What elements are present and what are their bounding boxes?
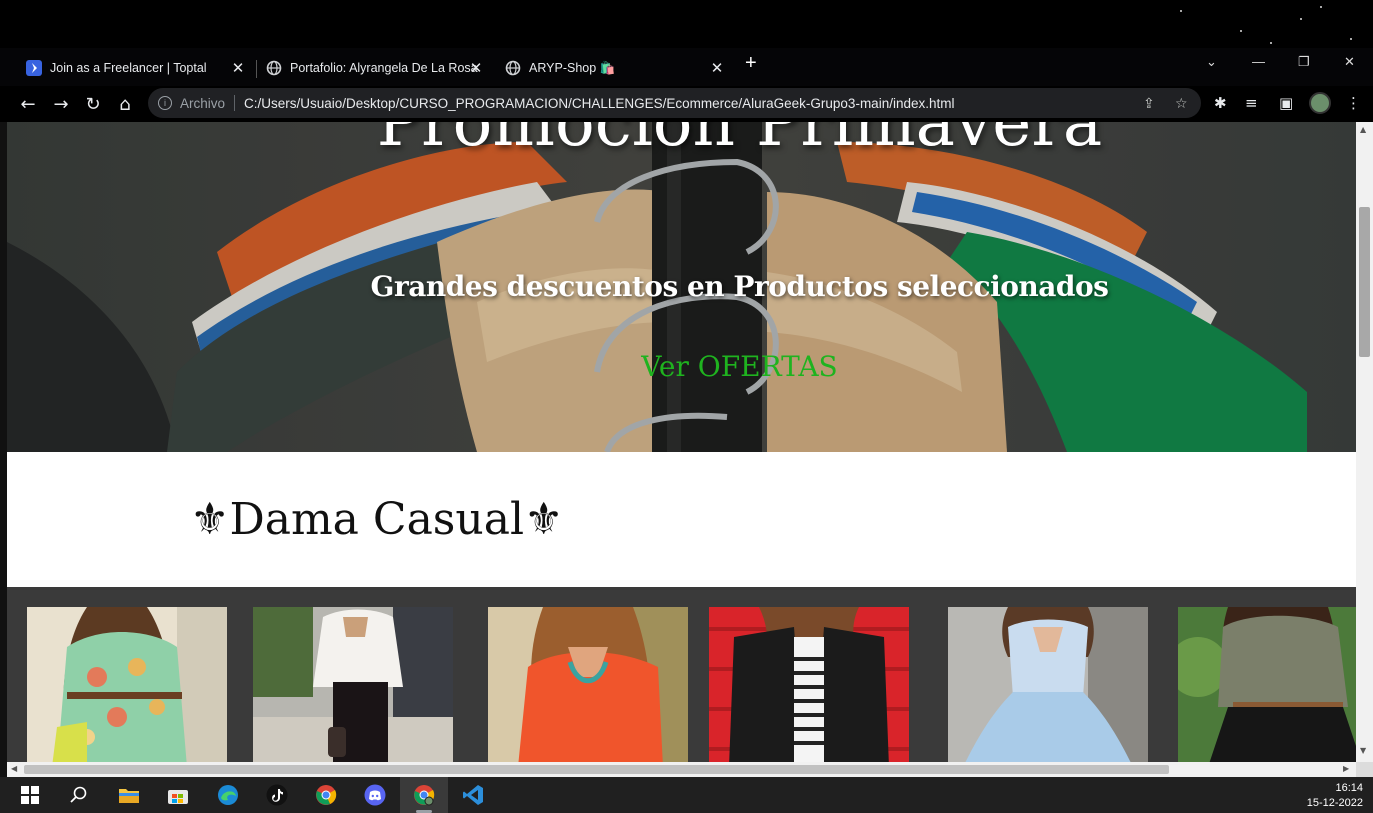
edge-icon[interactable] (216, 783, 240, 807)
forward-icon[interactable]: → (49, 92, 73, 116)
windows-taskbar: 16:14 15-12-2022 (0, 777, 1373, 813)
avatar[interactable] (1309, 92, 1331, 114)
search-icon[interactable] (67, 783, 91, 807)
close-icon[interactable]: ✕ (230, 59, 246, 77)
horizontal-scroll-thumb[interactable] (24, 765, 1169, 774)
close-icon[interactable]: ✕ (709, 59, 725, 77)
tab-toptal[interactable]: Join as a Freelancer | Toptal ✕ (26, 53, 246, 83)
close-icon[interactable]: ✕ (468, 59, 484, 77)
url-text[interactable]: C:/Users/Usuaio/Desktop/CURSO_PROGRAMACI… (244, 96, 954, 111)
hero-subtitle: Grandes descuentos en Productos seleccio… (370, 270, 1109, 303)
category-header: ⚜Dama Casual⚜ (7, 452, 1356, 587)
product-image (253, 607, 453, 762)
clock-time: 16:14 (1335, 782, 1363, 794)
info-icon[interactable]: i (158, 96, 172, 110)
product-image (1178, 607, 1356, 762)
product-image (27, 607, 227, 762)
toptal-icon (26, 60, 42, 76)
browser-toolbar: ← → ↻ ⌂ i Archivo C:/Users/Usuaio/Deskto… (0, 86, 1373, 122)
scroll-left-icon[interactable]: ◀ (11, 764, 17, 773)
tab-title: Join as a Freelancer | Toptal (50, 61, 207, 75)
back-icon[interactable]: ← (16, 92, 40, 116)
tab-separator (256, 60, 257, 78)
extensions-icon[interactable]: ✱ (1214, 94, 1227, 112)
tab-portafolio[interactable]: Portafolio: Alyrangela De La Rosa ✕ (266, 53, 484, 83)
vertical-scroll-thumb[interactable] (1359, 207, 1370, 357)
tab-aryp-shop[interactable]: ARYP-Shop 🛍️ ✕ (505, 53, 725, 83)
product-gallery (7, 587, 1356, 762)
product-image (948, 607, 1148, 762)
home-icon[interactable]: ⌂ (113, 92, 137, 116)
page-viewport: Promoción Primavera Grandes descuentos e… (7, 122, 1356, 762)
product-card-leather-jacket[interactable] (709, 607, 909, 762)
view-offers-link[interactable]: Ver OFERTAS (7, 350, 1356, 383)
horizontal-scrollbar[interactable]: ◀ ▶ (7, 762, 1356, 777)
tab-title: Portafolio: Alyrangela De La Rosa (290, 61, 478, 75)
scroll-up-icon[interactable]: ▲ (1360, 125, 1366, 134)
store-icon[interactable] (166, 783, 190, 807)
hero-title: Promoción Primavera (376, 122, 1103, 161)
globe-icon (266, 60, 282, 76)
page-left-edge (0, 762, 7, 777)
product-card-floral-dress[interactable] (27, 607, 227, 762)
hero-banner: Promoción Primavera Grandes descuentos e… (7, 122, 1356, 452)
chrome-icon[interactable] (314, 783, 338, 807)
product-card-blue-dress[interactable] (948, 607, 1148, 762)
page-left-edge (0, 122, 7, 762)
restore-icon[interactable]: ❐ (1298, 54, 1310, 70)
new-tab-button[interactable]: + (745, 52, 757, 75)
menu-icon[interactable]: ⋮ (1346, 94, 1361, 112)
category-title: ⚜Dama Casual⚜ (190, 494, 564, 545)
scheme-label: Archivo (180, 95, 226, 111)
reading-list-icon[interactable]: ≡ (1245, 94, 1258, 112)
product-card-white-blouse[interactable] (253, 607, 453, 762)
file-explorer-icon[interactable] (117, 783, 141, 807)
address-bar[interactable]: i Archivo C:/Users/Usuaio/Desktop/CURSO_… (148, 88, 1201, 118)
globe-icon (505, 60, 521, 76)
tab-strip: Join as a Freelancer | Toptal ✕ Portafol… (0, 48, 1373, 86)
clock-date: 15-12-2022 (1306, 797, 1363, 809)
scroll-right-icon[interactable]: ▶ (1343, 764, 1349, 773)
system-clock[interactable]: 16:14 15-12-2022 (1307, 781, 1363, 811)
vertical-scrollbar[interactable]: ▲ ▼ (1356, 122, 1373, 762)
sidebar-icon[interactable]: ▣ (1279, 94, 1293, 112)
tab-search-icon[interactable]: ⌄ (1206, 54, 1217, 70)
bookmark-star-icon[interactable]: ☆ (1175, 96, 1188, 112)
product-image (488, 607, 688, 762)
scrollbar-corner (1356, 762, 1373, 777)
tiktok-icon[interactable] (265, 783, 289, 807)
product-card-olive-shirt[interactable] (1178, 607, 1356, 762)
minimize-icon[interactable]: — (1252, 54, 1265, 69)
start-icon[interactable] (18, 783, 42, 807)
product-card-orange-top[interactable] (488, 607, 688, 762)
vscode-icon[interactable] (461, 783, 485, 807)
reload-icon[interactable]: ↻ (81, 92, 105, 116)
close-window-icon[interactable]: ✕ (1344, 54, 1355, 70)
scroll-down-icon[interactable]: ▼ (1360, 746, 1366, 755)
chrome-active-icon[interactable] (412, 783, 436, 807)
discord-icon[interactable] (363, 783, 387, 807)
share-icon[interactable]: ⇪ (1143, 96, 1155, 112)
omnibox-divider (234, 95, 236, 111)
product-image (709, 607, 909, 762)
tab-title: ARYP-Shop 🛍️ (529, 60, 616, 75)
desktop-background (0, 0, 1373, 48)
